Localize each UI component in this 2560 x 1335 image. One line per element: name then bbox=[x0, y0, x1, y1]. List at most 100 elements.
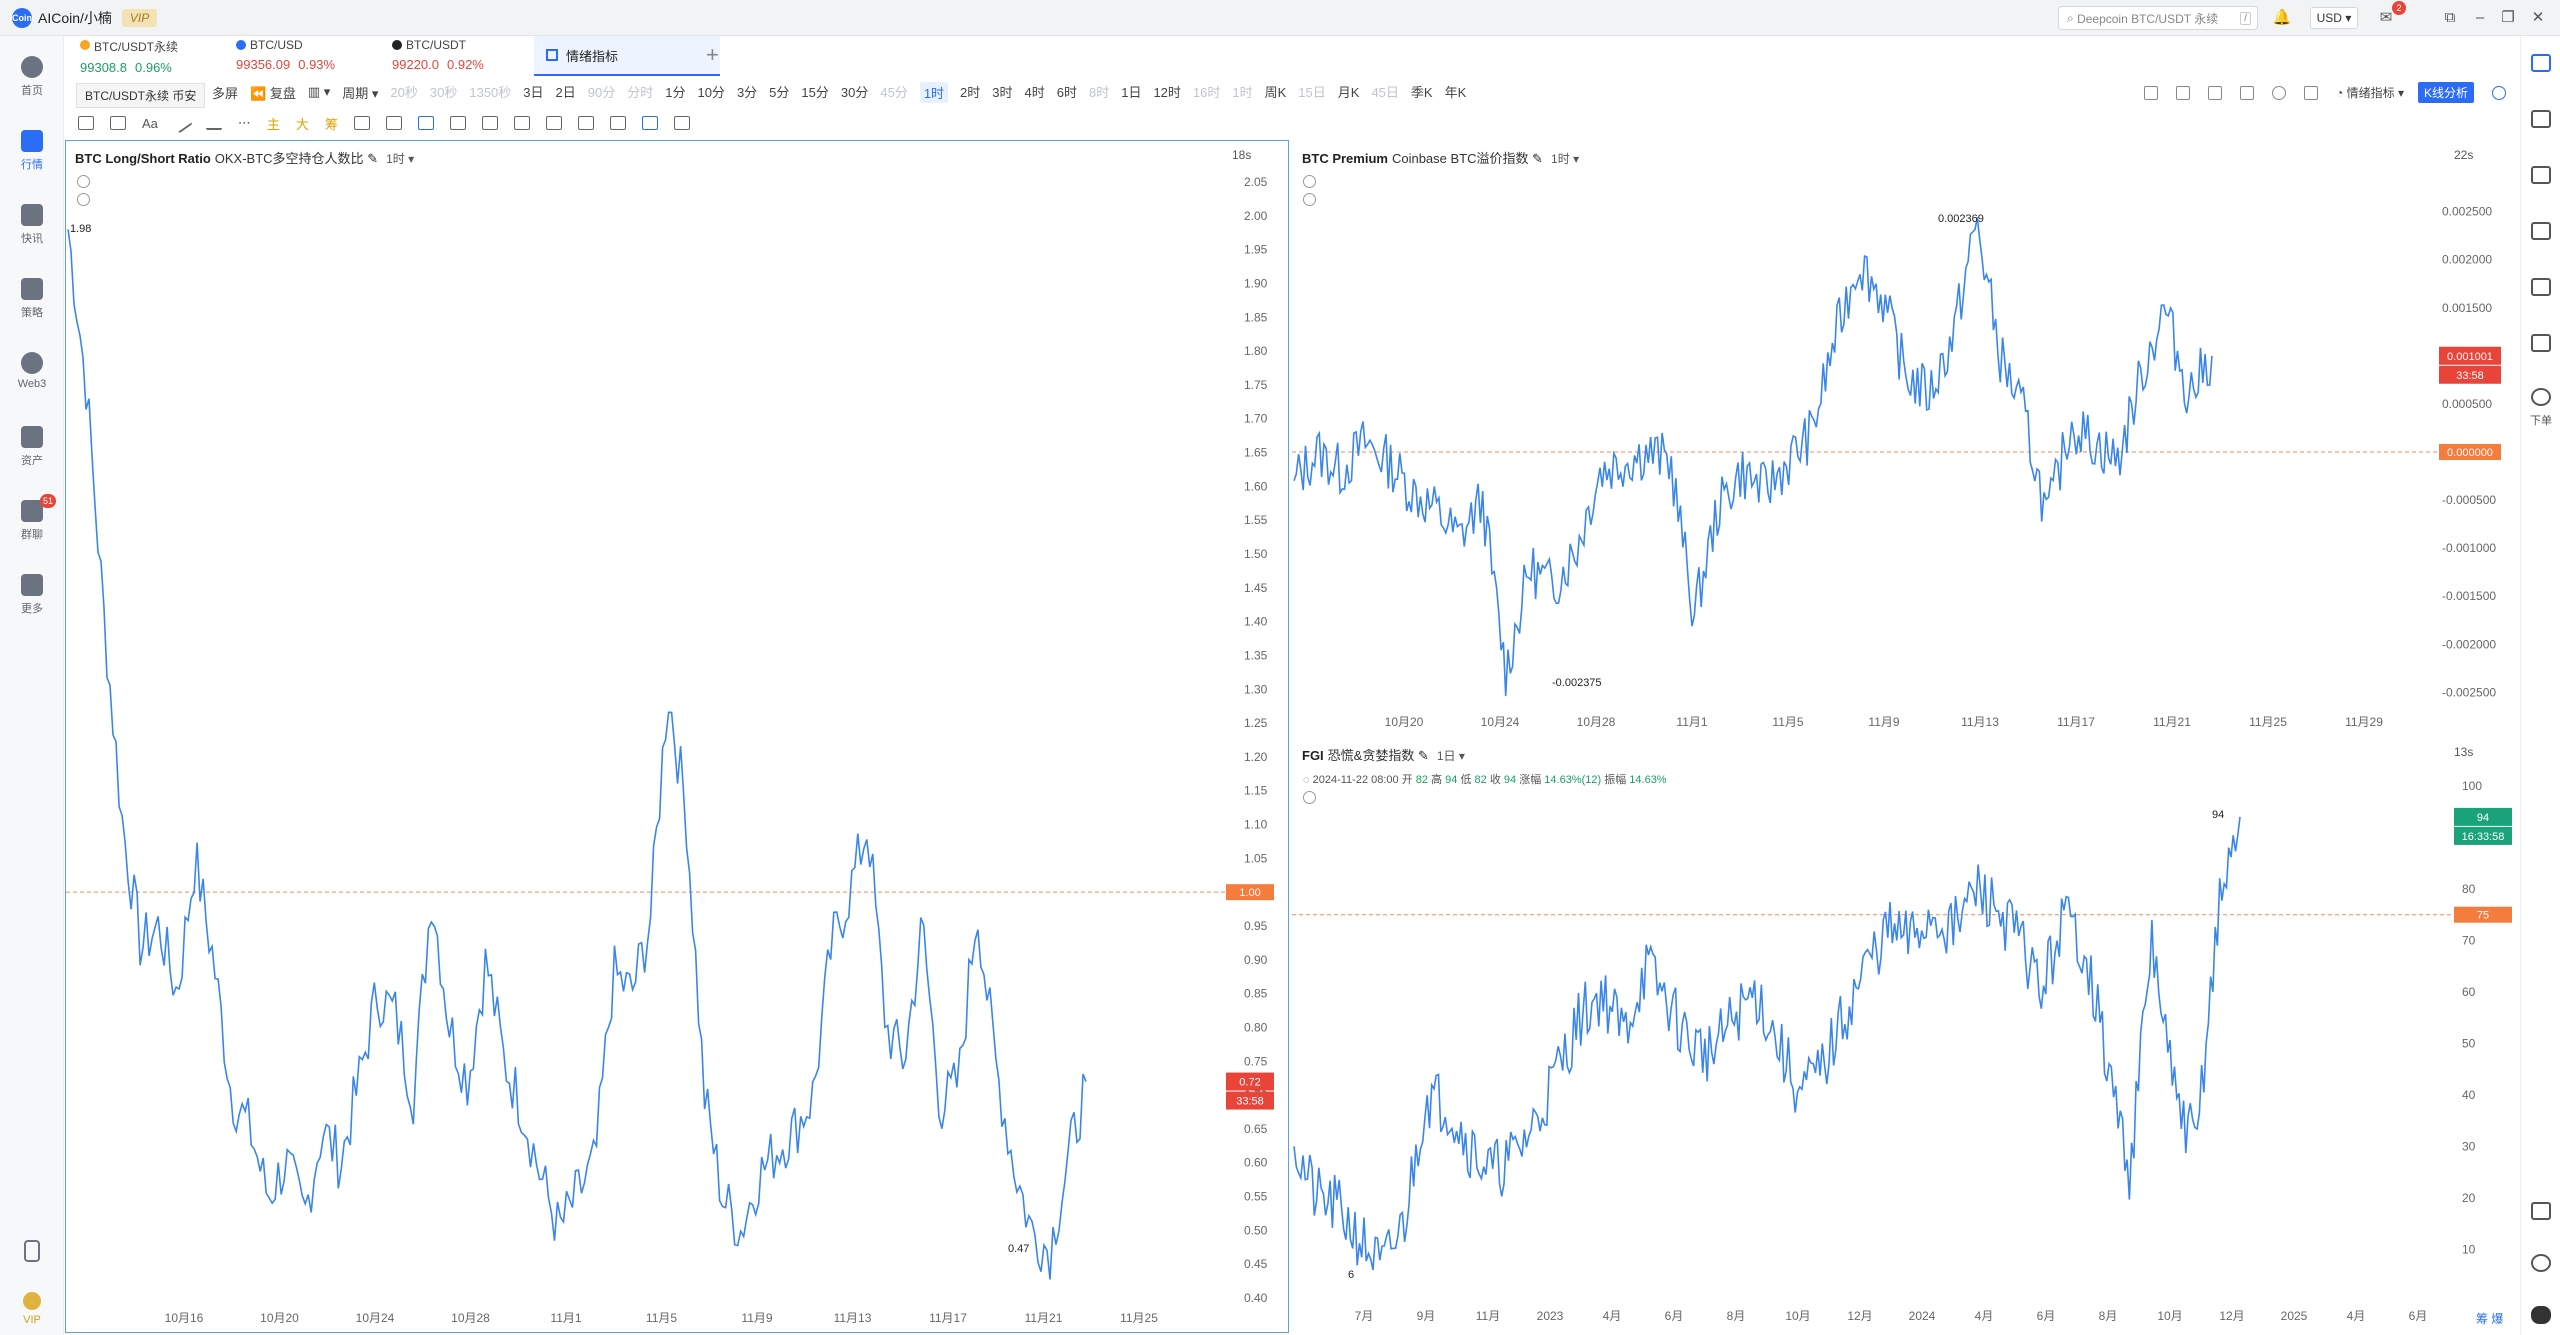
tab-sentiment[interactable]: 情绪指标 bbox=[534, 36, 720, 76]
minimize-icon[interactable]: – bbox=[2470, 8, 2490, 28]
order-icon[interactable] bbox=[2531, 388, 2551, 406]
sidebar-item-chat[interactable]: 群聊 51 bbox=[0, 492, 64, 554]
period-option[interactable]: 5分 bbox=[769, 82, 789, 103]
sidebar-item-strategy[interactable]: 策略 bbox=[0, 270, 64, 332]
text-tool[interactable]: Aa bbox=[142, 116, 158, 131]
trash-icon[interactable] bbox=[673, 116, 690, 130]
period-option[interactable]: 8时 bbox=[1089, 82, 1109, 103]
note-icon[interactable] bbox=[577, 116, 594, 130]
ticker-btc-usdt[interactable]: BTC/USDT 99220.0 0.92% bbox=[382, 38, 484, 76]
watchlist-icon[interactable] bbox=[2531, 54, 2551, 72]
rectangle-icon[interactable] bbox=[110, 116, 126, 130]
line-icon[interactable] bbox=[171, 112, 193, 134]
period-option[interactable]: 1日 bbox=[1121, 82, 1141, 103]
period-option[interactable]: 45日 bbox=[1371, 82, 1398, 103]
sidebar-item-vip[interactable]: VIP bbox=[0, 1284, 64, 1335]
vip-badge[interactable]: VIP bbox=[121, 8, 158, 27]
period-option[interactable]: 2日 bbox=[556, 82, 576, 103]
period-option[interactable]: 15日 bbox=[1298, 82, 1325, 103]
fgi-corner-tools[interactable]: 筹 爆 bbox=[2476, 1310, 2503, 1327]
lock-icon[interactable] bbox=[545, 116, 562, 130]
period-option[interactable]: 30分 bbox=[841, 82, 868, 103]
layout-icon[interactable] bbox=[2208, 85, 2223, 100]
add-tab-button[interactable]: + bbox=[706, 42, 719, 68]
period-option[interactable]: 周K bbox=[1265, 82, 1287, 103]
copy-icon[interactable] bbox=[417, 116, 434, 130]
sidebar-item-assets[interactable]: 资产 bbox=[0, 418, 64, 480]
ls-chart[interactable]: 2.05 2.00 1.95 1.90 1.85 1.80 1.75 1.70 1.65 1.60… bbox=[66, 140, 1288, 1332]
currency-select[interactable]: USD ▾ bbox=[2310, 7, 2358, 29]
period-option[interactable]: 分时 bbox=[627, 82, 653, 103]
period-option[interactable]: 1时 bbox=[919, 81, 949, 103]
filter-icon[interactable] bbox=[641, 116, 658, 130]
period-option[interactable]: 20秒 bbox=[390, 82, 417, 103]
period-option[interactable]: 1时 bbox=[1232, 82, 1252, 103]
x-tick-label: 7月 bbox=[1355, 1309, 1374, 1323]
close-icon[interactable]: ✕ bbox=[2528, 8, 2548, 28]
share-icon[interactable] bbox=[2492, 85, 2506, 100]
period-option[interactable]: 4时 bbox=[1025, 82, 1045, 103]
chart-type-button[interactable]: ▥ ▾ bbox=[308, 84, 330, 100]
period-option[interactable]: 15分 bbox=[801, 82, 828, 103]
ray-icon[interactable] bbox=[205, 116, 222, 130]
magnet-icon[interactable] bbox=[609, 116, 626, 130]
ticker-btc-usd[interactable]: BTC/USD 99356.09 0.93% bbox=[226, 38, 335, 76]
camera-icon[interactable] bbox=[2144, 85, 2159, 100]
period-option[interactable]: 45分 bbox=[880, 82, 907, 103]
ticker-btc-usdt-perp[interactable]: BTC/USDT永续 99308.8 0.96% bbox=[70, 38, 178, 76]
big-order-button[interactable]: 大 bbox=[296, 114, 309, 133]
period-option[interactable]: 年K bbox=[1445, 82, 1467, 103]
period-option[interactable]: 90分 bbox=[588, 82, 615, 103]
list-icon[interactable] bbox=[2531, 166, 2551, 184]
period-option[interactable]: 季K bbox=[1411, 82, 1433, 103]
sidebar-item-more[interactable]: 更多 bbox=[0, 566, 64, 628]
period-option[interactable]: 30秒 bbox=[430, 82, 457, 103]
main-indicator-button[interactable]: 主 bbox=[267, 114, 280, 133]
trend-icon[interactable] bbox=[2531, 222, 2551, 240]
maximize-icon[interactable]: ❐ bbox=[2498, 8, 2518, 28]
sidebar-item-home[interactable]: 首页 bbox=[0, 48, 64, 110]
crosshair-icon[interactable] bbox=[78, 116, 94, 130]
document-icon[interactable] bbox=[2531, 110, 2551, 128]
period-option[interactable]: 1350秒 bbox=[469, 82, 511, 103]
compare-icon[interactable] bbox=[353, 116, 370, 130]
period-option[interactable]: 6时 bbox=[1057, 82, 1077, 103]
period-option[interactable]: 16时 bbox=[1193, 82, 1220, 103]
bell-icon[interactable]: 🔔 bbox=[2272, 8, 2292, 28]
period-option[interactable]: 3分 bbox=[737, 82, 757, 103]
kline-analysis-button[interactable]: K线分析 bbox=[2417, 82, 2474, 103]
brush-icon[interactable] bbox=[481, 116, 498, 130]
assistant-icon[interactable] bbox=[2531, 1306, 2551, 1324]
multi-screen-button[interactable]: 多屏 bbox=[212, 83, 238, 102]
monitor-icon[interactable] bbox=[2531, 278, 2551, 296]
replay-button[interactable]: ⏪ 复盘 bbox=[250, 83, 296, 102]
period-option[interactable]: 月K bbox=[1338, 82, 1360, 103]
layout-icon[interactable] bbox=[2531, 1202, 2551, 1220]
link-icon[interactable] bbox=[449, 116, 466, 130]
fullscreen-icon[interactable] bbox=[2304, 85, 2319, 100]
template-icon[interactable] bbox=[2240, 85, 2255, 100]
more-tools-icon[interactable]: ⋯ bbox=[238, 115, 251, 131]
card-icon[interactable] bbox=[2531, 334, 2551, 352]
measure-icon[interactable] bbox=[385, 116, 402, 130]
chips-button[interactable]: 筹 bbox=[325, 114, 338, 133]
popout-icon[interactable]: ⧉ bbox=[2440, 8, 2460, 28]
pen-icon[interactable] bbox=[2176, 85, 2191, 100]
candles-icon[interactable] bbox=[513, 116, 530, 130]
premium-chart[interactable]: 0.0025000.0020000.0015000.0010000.000500… bbox=[1292, 140, 2518, 740]
sidebar-item-market[interactable]: 行情 bbox=[0, 122, 64, 184]
period-option[interactable]: 1分 bbox=[665, 82, 685, 103]
period-select[interactable]: 周期 ▾ bbox=[342, 83, 378, 102]
indicator-select[interactable]: ◔ 情绪指标 ▾ bbox=[2336, 84, 2404, 101]
period-option[interactable]: 3时 bbox=[992, 82, 1012, 103]
fgi-chart[interactable]: 1009080706050403020107月9月11月20234月6月8月10… bbox=[1292, 740, 2518, 1334]
period-option[interactable]: 12时 bbox=[1153, 82, 1180, 103]
sidebar-item-web3[interactable]: Web3 bbox=[0, 344, 64, 406]
period-option[interactable]: 10分 bbox=[697, 82, 724, 103]
settings-icon[interactable] bbox=[2272, 85, 2287, 100]
search-input[interactable]: ⌕ Deepcoin BTC/USDT 永续 / bbox=[2058, 6, 2258, 30]
sidebar-item-news[interactable]: 快讯 bbox=[0, 196, 64, 258]
period-option[interactable]: 3日 bbox=[523, 82, 543, 103]
period-option[interactable]: 2时 bbox=[960, 82, 980, 103]
headset-icon[interactable] bbox=[2531, 1254, 2551, 1272]
